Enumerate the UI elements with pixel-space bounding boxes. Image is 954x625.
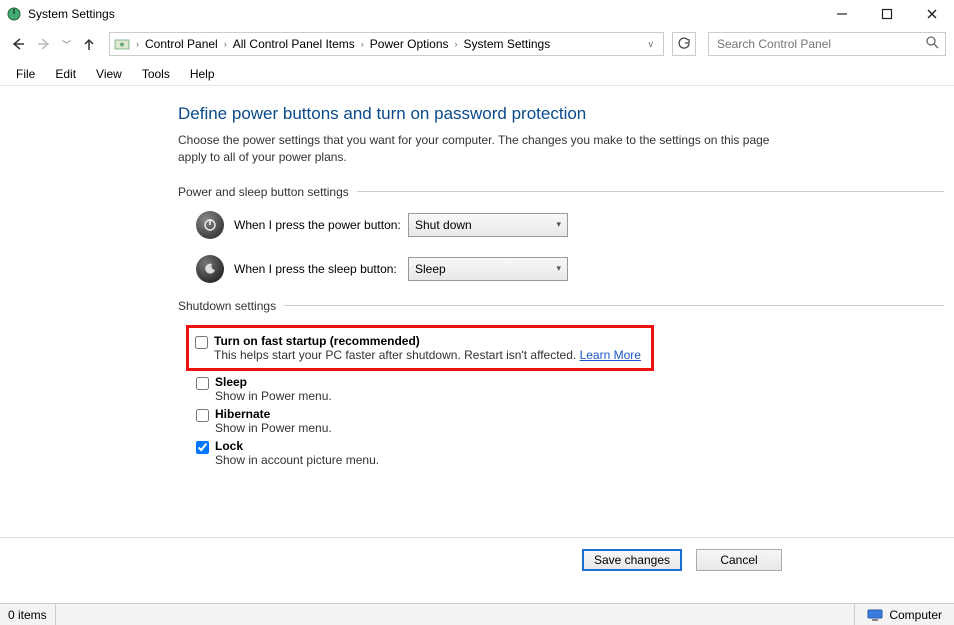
fast-startup-title: Turn on fast startup (recommended): [214, 334, 641, 348]
menu-bar: File Edit View Tools Help: [0, 62, 954, 86]
cancel-button[interactable]: Cancel: [696, 549, 782, 571]
sleep-button-dropdown[interactable]: Sleep ▾: [408, 257, 568, 281]
hibernate-row: Hibernate Show in Power menu.: [178, 405, 944, 437]
fast-startup-desc: This helps start your PC faster after sh…: [214, 348, 641, 362]
page-title: Define power buttons and turn on passwor…: [178, 104, 944, 124]
status-bar: 0 items Computer: [0, 603, 954, 625]
power-button-value: Shut down: [415, 218, 472, 232]
hibernate-checkbox[interactable]: [196, 409, 209, 422]
menu-tools[interactable]: Tools: [132, 67, 180, 81]
lock-desc: Show in account picture menu.: [215, 453, 379, 467]
power-button-label: When I press the power button:: [234, 218, 408, 232]
minimize-button[interactable]: [819, 0, 864, 28]
breadcrumb-control-panel[interactable]: Control Panel: [141, 37, 222, 51]
status-items-count: 0 items: [0, 604, 56, 625]
back-button[interactable]: [8, 34, 28, 54]
menu-edit[interactable]: Edit: [45, 67, 86, 81]
sleep-button-row: When I press the sleep button: Sleep ▾: [178, 255, 944, 283]
section-header-shutdown-label: Shutdown settings: [178, 299, 276, 313]
sleep-button-label: When I press the sleep button:: [234, 262, 408, 276]
status-computer-label: Computer: [889, 608, 942, 622]
search-input[interactable]: [715, 36, 926, 52]
breadcrumb-sep-icon[interactable]: ›: [134, 39, 141, 49]
menu-help[interactable]: Help: [180, 67, 225, 81]
lock-checkbox[interactable]: [196, 441, 209, 454]
lock-title: Lock: [215, 439, 379, 453]
sleep-desc: Show in Power menu.: [215, 389, 332, 403]
address-bar[interactable]: › Control Panel › All Control Panel Item…: [109, 32, 664, 56]
menu-file[interactable]: File: [6, 67, 45, 81]
navigation-row: ﹀ › Control Panel › All Control Panel It…: [0, 28, 954, 60]
sleep-title: Sleep: [215, 375, 332, 389]
fast-startup-row: Turn on fast startup (recommended) This …: [195, 332, 641, 364]
breadcrumb-sep-icon[interactable]: ›: [222, 39, 229, 49]
breadcrumb-sep-icon[interactable]: ›: [453, 39, 460, 49]
divider: [357, 191, 944, 192]
section-header-shutdown: Shutdown settings: [178, 299, 944, 313]
window-title: System Settings: [28, 7, 819, 21]
breadcrumb-all-items[interactable]: All Control Panel Items: [229, 37, 359, 51]
chevron-down-icon: ▾: [556, 219, 561, 230]
learn-more-link[interactable]: Learn More: [580, 348, 641, 362]
page-description: Choose the power settings that you want …: [178, 132, 778, 167]
forward-button[interactable]: [34, 34, 54, 54]
breadcrumb-sep-icon[interactable]: ›: [359, 39, 366, 49]
breadcrumb-power-options[interactable]: Power Options: [366, 37, 453, 51]
save-changes-button[interactable]: Save changes: [582, 549, 682, 571]
sleep-checkbox[interactable]: [196, 377, 209, 390]
titlebar: System Settings: [0, 0, 954, 28]
chevron-down-icon: ▾: [556, 263, 561, 274]
sleep-button-value: Sleep: [415, 262, 446, 276]
section-header-buttons: Power and sleep button settings: [178, 185, 944, 199]
refresh-button[interactable]: [672, 32, 696, 56]
power-button-dropdown[interactable]: Shut down ▾: [408, 213, 568, 237]
menu-view[interactable]: View: [86, 67, 132, 81]
control-panel-icon: [114, 36, 130, 52]
close-button[interactable]: [909, 0, 954, 28]
status-computer[interactable]: Computer: [855, 608, 954, 622]
search-icon[interactable]: [926, 36, 939, 52]
sleep-icon: [196, 255, 224, 283]
sleep-row: Sleep Show in Power menu.: [178, 373, 944, 405]
divider: [284, 305, 944, 306]
power-button-row: When I press the power button: Shut down…: [178, 211, 944, 239]
fast-startup-checkbox[interactable]: [195, 336, 208, 349]
lock-row: Lock Show in account picture menu.: [178, 437, 944, 469]
hibernate-desc: Show in Power menu.: [215, 421, 332, 435]
highlight-annotation: Turn on fast startup (recommended) This …: [186, 325, 654, 371]
maximize-button[interactable]: [864, 0, 909, 28]
button-bar: Save changes Cancel: [0, 537, 954, 581]
up-button[interactable]: [79, 34, 99, 54]
power-icon: [196, 211, 224, 239]
address-history-button[interactable]: v: [643, 39, 660, 49]
hibernate-title: Hibernate: [215, 407, 332, 421]
search-box[interactable]: [708, 32, 946, 56]
app-icon: [6, 6, 22, 22]
breadcrumb-system-settings[interactable]: System Settings: [460, 37, 555, 51]
recent-locations-button[interactable]: ﹀: [60, 38, 73, 51]
section-header-buttons-label: Power and sleep button settings: [178, 185, 349, 199]
computer-icon: [867, 609, 883, 621]
